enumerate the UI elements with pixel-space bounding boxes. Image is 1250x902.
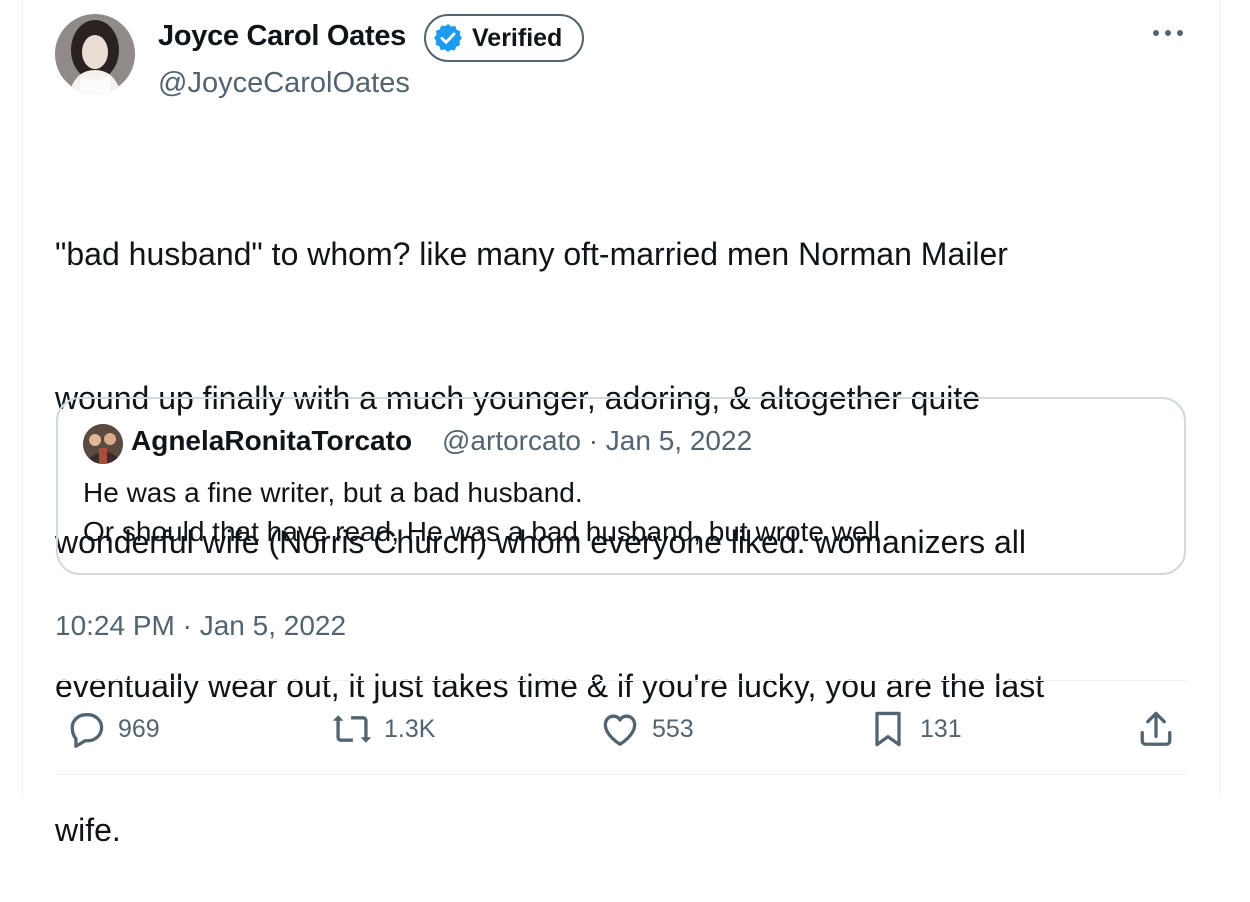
more-icon: [1153, 30, 1183, 36]
author-avatar[interactable]: [55, 14, 135, 94]
author-name[interactable]: Joyce Carol Oates: [158, 20, 406, 53]
verified-label: Verified: [472, 23, 563, 52]
tweet-timestamp[interactable]: 10:24 PM · Jan 5, 2022: [55, 610, 346, 642]
share-button[interactable]: [1134, 704, 1178, 754]
tweet-text-line: "bad husband" to whom? like many oft-mar…: [55, 236, 1008, 272]
tweet-text-line: wife.: [55, 812, 121, 848]
quoted-author-meta: @artorcato · Jan 5, 2022: [442, 425, 753, 456]
author-handle[interactable]: @JoyceCarolOates: [158, 67, 410, 100]
tweet-text-line: eventually wear out, it just takes time …: [55, 668, 1045, 704]
like-button[interactable]: 553: [598, 704, 694, 754]
bookmark-count: 131: [920, 714, 962, 743]
share-icon: [1140, 711, 1172, 746]
bookmark-button[interactable]: 131: [866, 704, 962, 754]
quoted-tweet[interactable]: AgnelaRonitaTorcato @artorcato · Jan 5, …: [56, 397, 1186, 575]
quoted-text-line: Or should that have read, He was a bad h…: [83, 516, 880, 547]
bookmark-icon: [875, 711, 901, 747]
reply-count: 969: [118, 714, 160, 743]
quoted-author-name: AgnelaRonitaTorcato: [131, 425, 413, 456]
quoted-text-line: He was a fine writer, but a bad husband.: [83, 477, 583, 508]
heart-icon: [603, 714, 637, 746]
reply-icon: [70, 713, 104, 748]
reply-button[interactable]: 969: [64, 704, 160, 754]
quoted-text: He was a fine writer, but a bad husband.…: [83, 473, 880, 551]
more-button[interactable]: [1148, 18, 1188, 48]
divider: [55, 774, 1187, 775]
repost-button[interactable]: 1.3K: [330, 704, 435, 754]
divider: [55, 680, 1187, 681]
verified-badge-icon: [434, 24, 462, 52]
like-count: 553: [652, 714, 694, 743]
verified-badge[interactable]: Verified: [424, 14, 584, 62]
quoted-author-avatar: [83, 424, 123, 464]
repost-count: 1.3K: [384, 714, 436, 743]
repost-icon: [332, 715, 372, 743]
